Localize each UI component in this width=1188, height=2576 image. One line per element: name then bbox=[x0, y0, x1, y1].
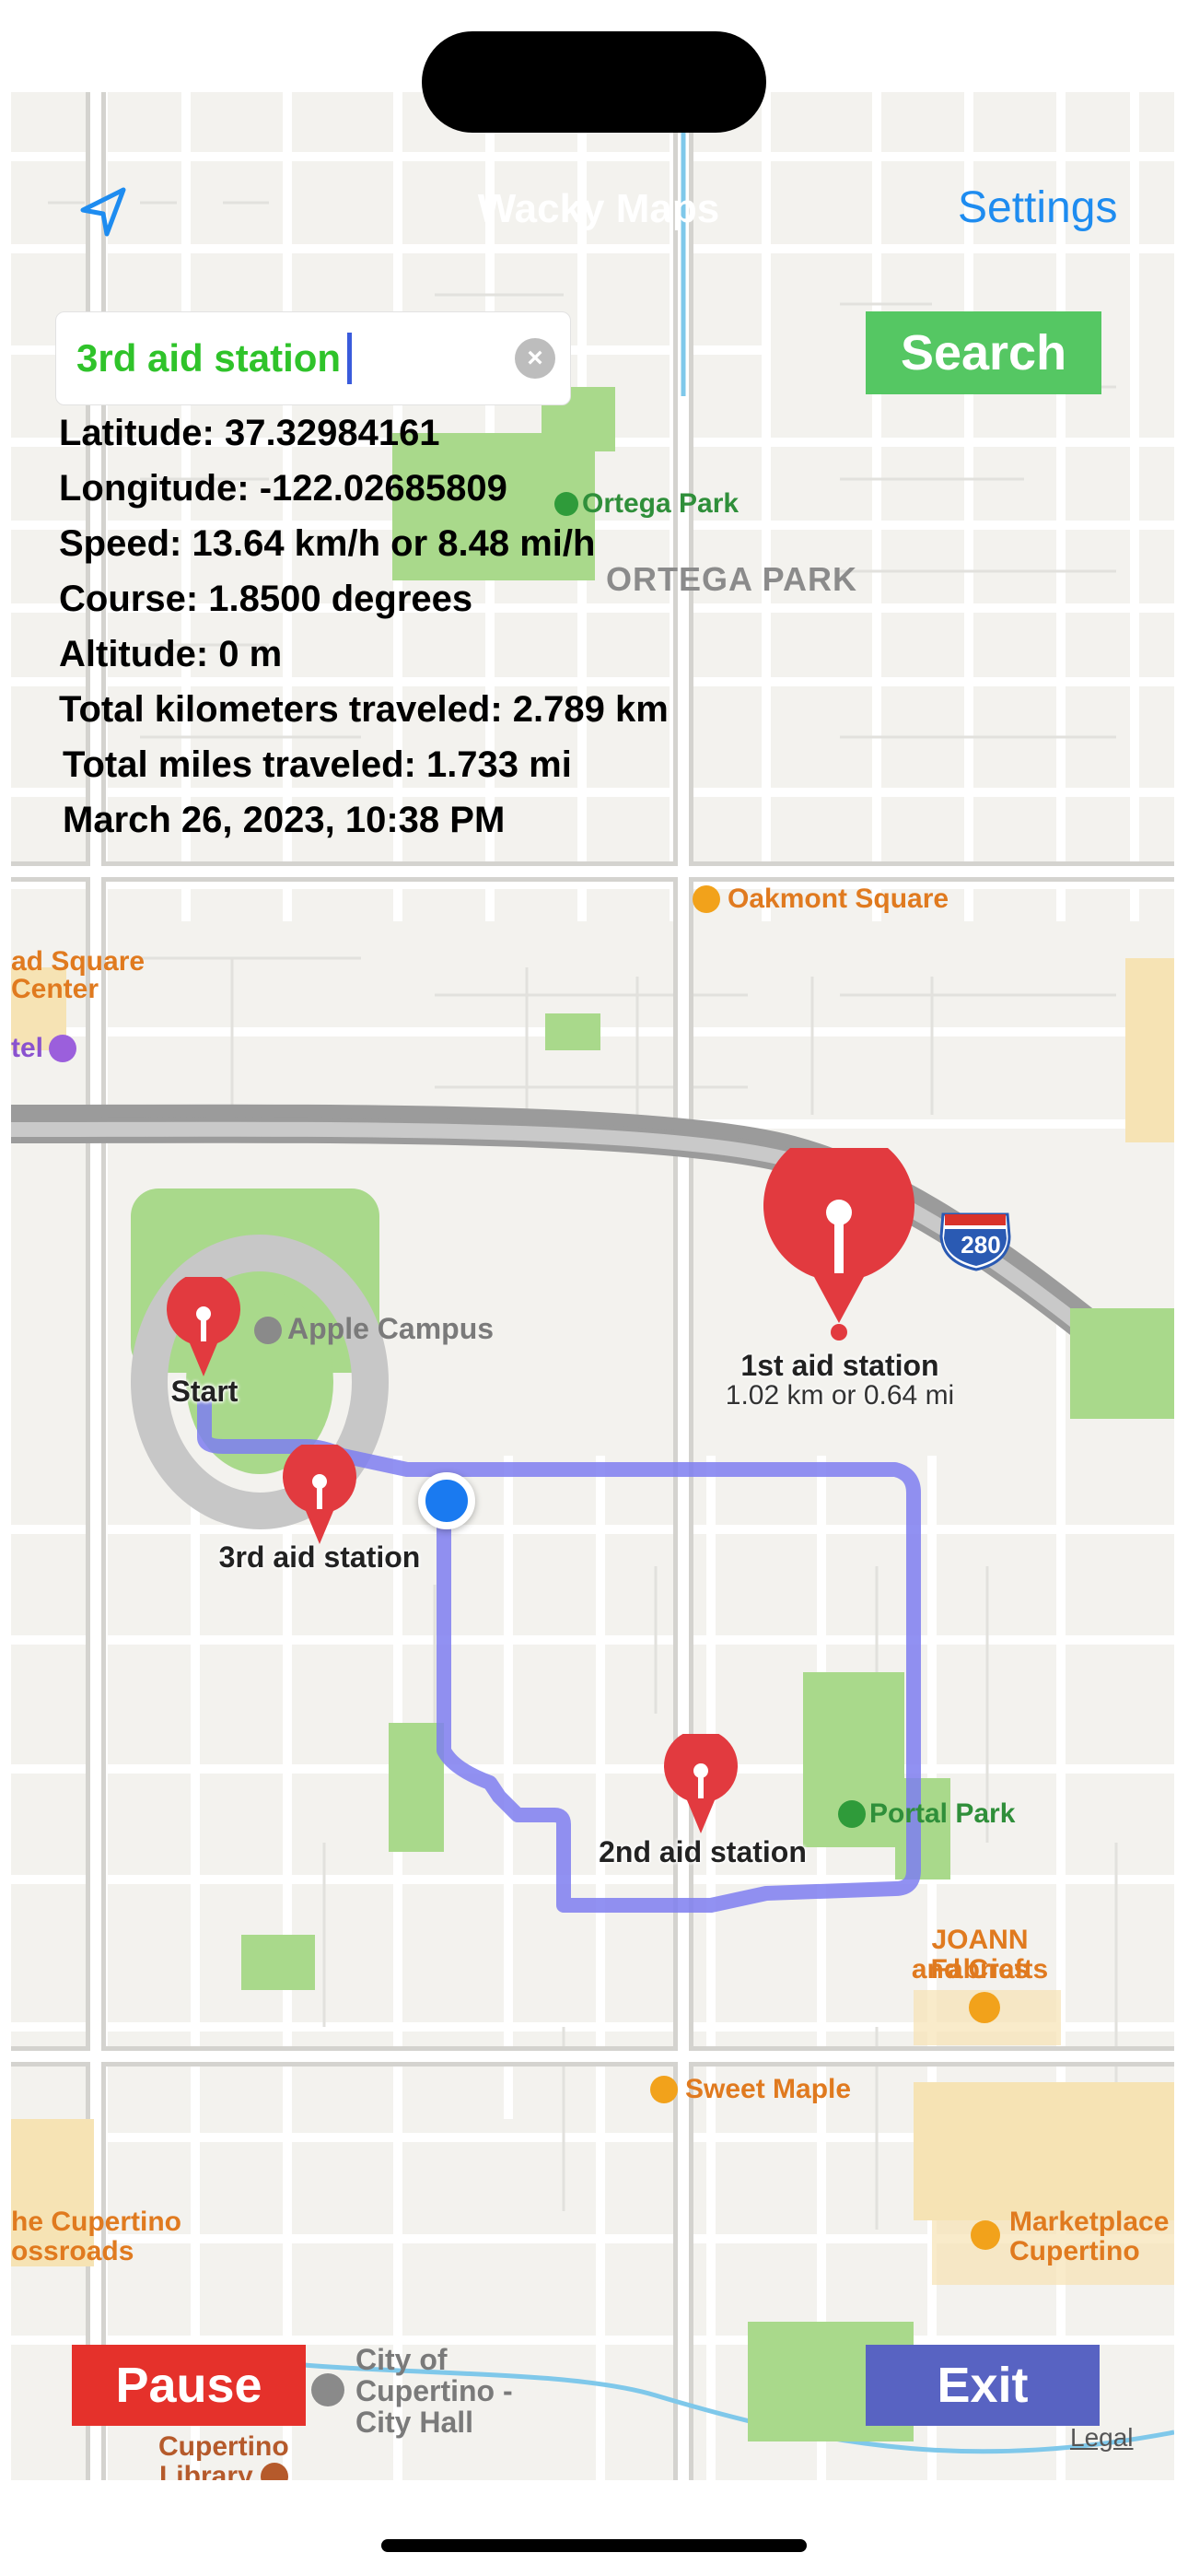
search-field[interactable]: 3rd aid station × bbox=[55, 311, 571, 405]
legal-link[interactable]: Legal bbox=[1070, 2423, 1134, 2453]
marketplace-label-2: Cupertino bbox=[1009, 2236, 1140, 2266]
shopping-bag-icon bbox=[969, 1992, 1000, 2023]
current-location-dot bbox=[418, 1472, 475, 1529]
settings-button[interactable]: Settings bbox=[958, 182, 1117, 233]
marketplace-label-1: Marketplace bbox=[1009, 2207, 1170, 2237]
clear-circle-icon[interactable]: × bbox=[515, 338, 555, 379]
first-aid-station-distance: 1.02 km or 0.64 mi bbox=[725, 1380, 955, 1411]
portal-park-label[interactable]: Portal Park bbox=[838, 1798, 1015, 1830]
course-text: Course: 1.8500 degrees bbox=[59, 579, 473, 619]
location-arrow-icon[interactable] bbox=[74, 182, 133, 241]
app-title: Wacky Maps bbox=[477, 186, 720, 231]
square-center-label-2: Center bbox=[11, 974, 99, 1004]
hotel-poi[interactable]: tel bbox=[11, 1034, 77, 1063]
city-hall-label[interactable]: City of Cupertino - City Hall bbox=[355, 2344, 513, 2438]
exit-button[interactable]: Exit bbox=[866, 2345, 1100, 2426]
building-icon bbox=[311, 2373, 344, 2406]
oakmont-square-poi[interactable]: Oakmont Square bbox=[693, 884, 949, 914]
longitude-text: Longitude: -122.02685809 bbox=[59, 468, 507, 509]
datetime-text: March 26, 2023, 10:38 PM bbox=[63, 800, 506, 840]
tree-icon bbox=[838, 1800, 866, 1828]
start-pin-label: Start bbox=[170, 1375, 239, 1408]
home-indicator[interactable] bbox=[381, 2539, 807, 2552]
second-aid-station-label: 2nd aid station bbox=[599, 1835, 807, 1868]
sweet-maple-poi[interactable]: Sweet Maple bbox=[650, 2075, 851, 2104]
search-input-text[interactable]: 3rd aid station bbox=[76, 336, 341, 381]
fork-knife-icon bbox=[650, 2076, 678, 2103]
shopping-bag-icon bbox=[693, 885, 720, 913]
total-km-text: Total kilometers traveled: 2.789 km bbox=[59, 689, 669, 730]
building-icon bbox=[254, 1317, 282, 1344]
shopping-bag-icon bbox=[971, 2220, 1000, 2250]
bed-icon bbox=[49, 1035, 77, 1062]
dynamic-island bbox=[422, 31, 766, 133]
first-aid-station-label: 1st aid station bbox=[740, 1349, 939, 1382]
speed-text: Speed: 13.64 km/h or 8.48 mi/h bbox=[59, 523, 596, 564]
text-caret bbox=[347, 333, 352, 384]
square-center-label-1: ad Square bbox=[11, 946, 146, 977]
latitude-text: Latitude: 37.32984161 bbox=[59, 413, 440, 453]
third-aid-station-label: 3rd aid station bbox=[218, 1540, 421, 1574]
library-label[interactable]: Cupertino Library bbox=[158, 2432, 289, 2480]
total-mi-text: Total miles traveled: 1.733 mi bbox=[63, 744, 572, 785]
cupertino-crossroads-label-1: he Cupertino bbox=[11, 2207, 181, 2237]
cupertino-crossroads-label-2: ossroads bbox=[11, 2236, 134, 2266]
ortega-park-label: Ortega Park bbox=[554, 488, 739, 520]
joann-label-2: and Crafts bbox=[911, 1954, 1049, 1985]
park-icon bbox=[554, 492, 578, 516]
search-button[interactable]: Search bbox=[866, 311, 1101, 394]
altitude-text: Altitude: 0 m bbox=[59, 634, 283, 674]
book-icon bbox=[260, 2463, 288, 2480]
apple-campus-label[interactable]: Apple Campus bbox=[254, 1312, 494, 1346]
ortega-park-area-label: ORTEGA PARK bbox=[606, 560, 858, 598]
pause-button[interactable]: Pause bbox=[72, 2345, 306, 2426]
highway-280-label: 280 bbox=[961, 1231, 1001, 1259]
